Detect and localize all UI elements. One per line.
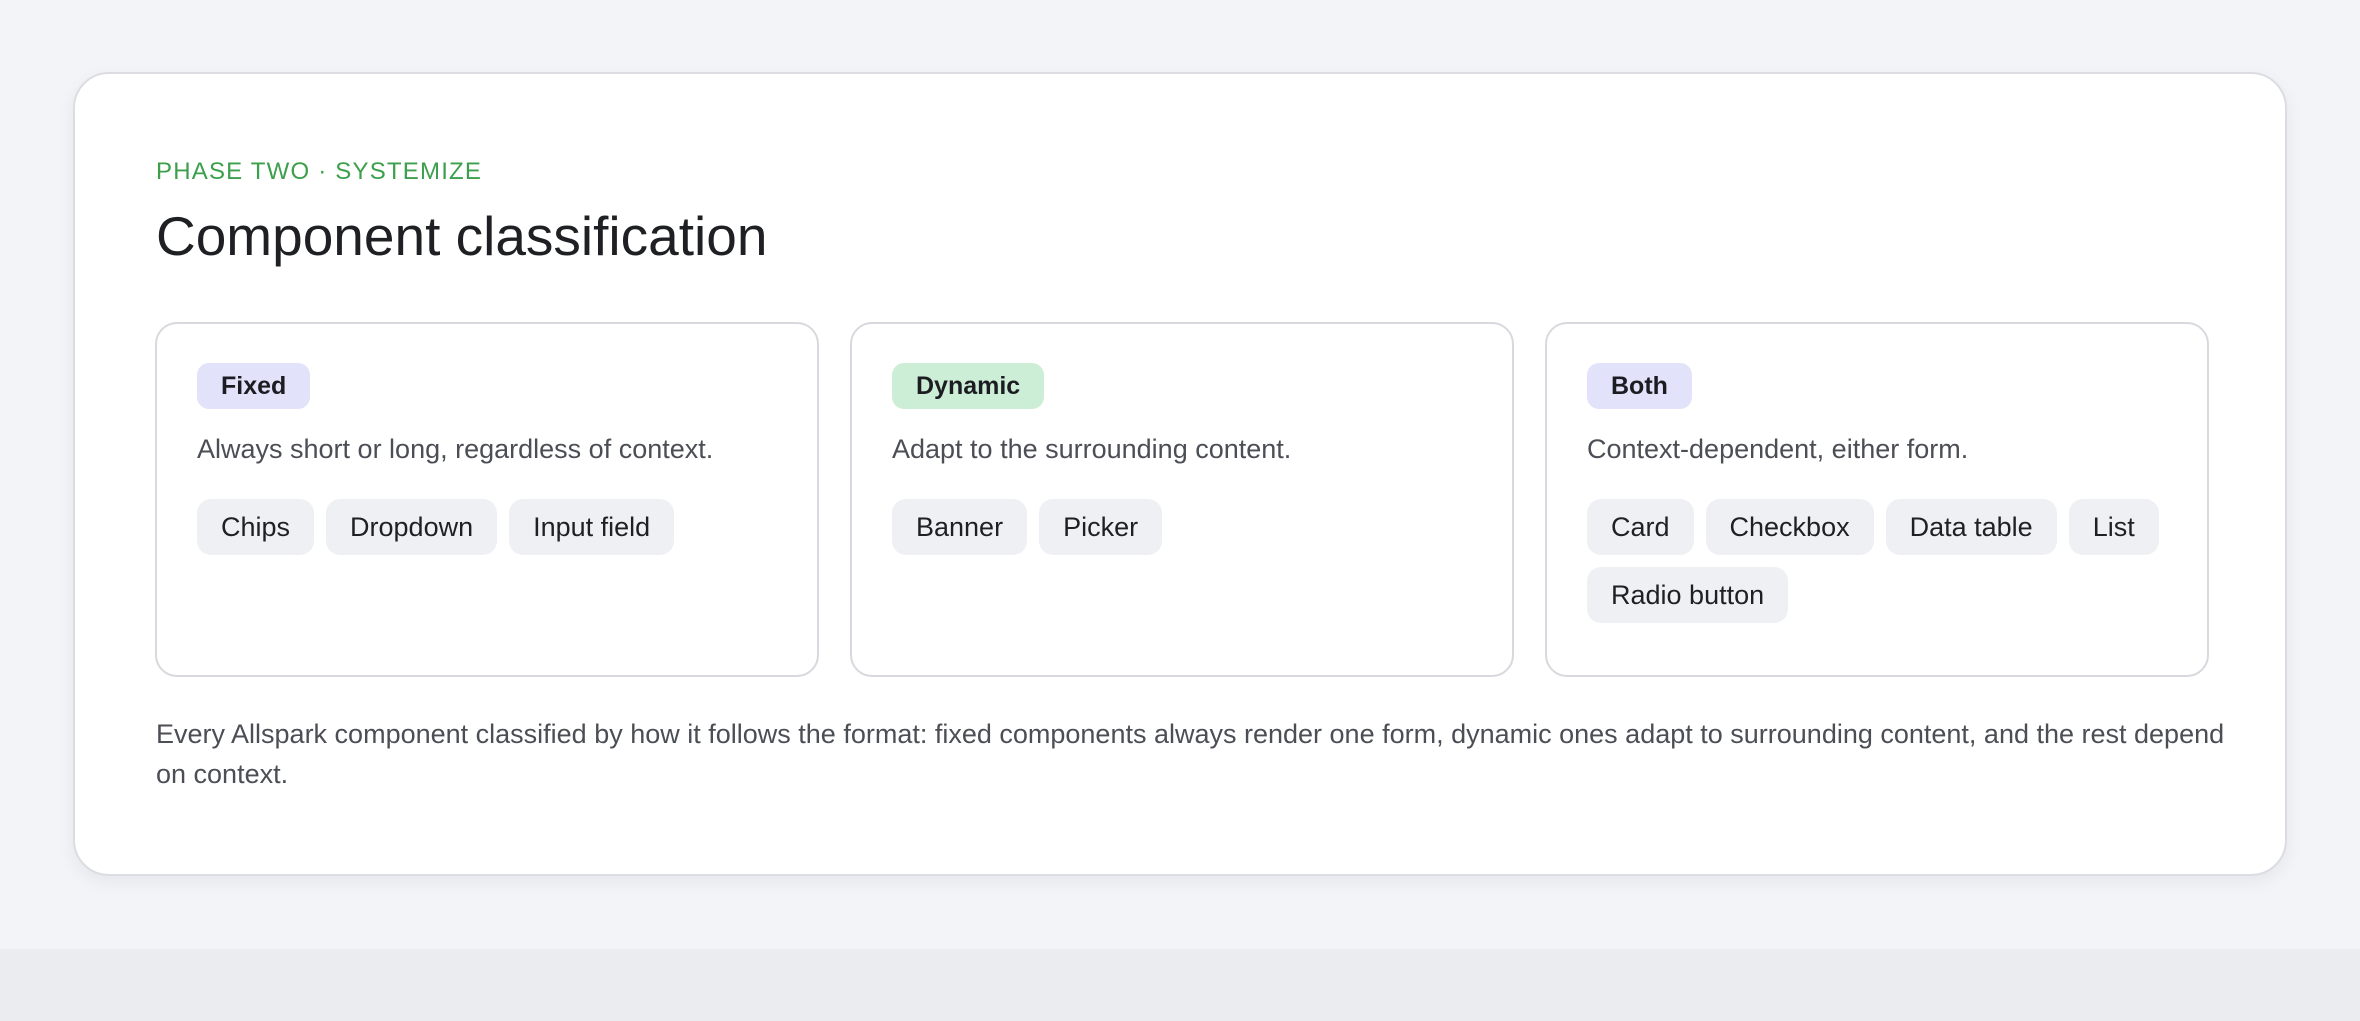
classification-caption: Every Allspark component classified by h… [156, 719, 2225, 789]
category-description-fixed: Always short or long, regardless of cont… [197, 434, 714, 464]
component-chip-dropdown: Dropdown [326, 499, 498, 555]
component-chip-chips: Chips [197, 499, 315, 555]
classification-card: PHASE TWO · SYSTEMIZE Component classifi… [73, 72, 2287, 876]
category-description-dynamic: Adapt to the surrounding content. [892, 434, 1292, 464]
component-chip-radio-button: Radio button [1587, 567, 1789, 623]
category-panel-dynamic: Dynamic Adapt to the surrounding content… [850, 322, 1514, 677]
component-chip-data-table: Data table [1885, 499, 2057, 555]
component-chip-list: List [2068, 499, 2159, 555]
category-badge-both: Both [1587, 363, 1692, 409]
category-badge-fixed: Fixed [197, 363, 311, 409]
component-chip-picker: Picker [1039, 499, 1163, 555]
category-panel-both: Both Context-dependent, either form. Car… [1545, 322, 2209, 677]
component-chip-checkbox: Checkbox [1705, 499, 1874, 555]
component-chip-input-field: Input field [509, 499, 675, 555]
phase-eyebrow: PHASE TWO · SYSTEMIZE [156, 158, 483, 185]
component-chip-list-fixed: Chips Dropdown Input field [197, 499, 787, 555]
category-panel-fixed: Fixed Always short or long, regardless o… [155, 322, 819, 677]
page-title: Component classification [156, 205, 768, 267]
category-description-both: Context-dependent, either form. [1587, 434, 1969, 464]
component-chip-list-dynamic: Banner Picker [892, 499, 1482, 555]
category-badge-dynamic: Dynamic [892, 363, 1045, 409]
component-chip-list-both: Card Checkbox Data table List Radio butt… [1587, 499, 2177, 623]
page-footer-band [0, 949, 2360, 1021]
component-chip-card: Card [1587, 499, 1694, 555]
component-chip-banner: Banner [892, 499, 1028, 555]
